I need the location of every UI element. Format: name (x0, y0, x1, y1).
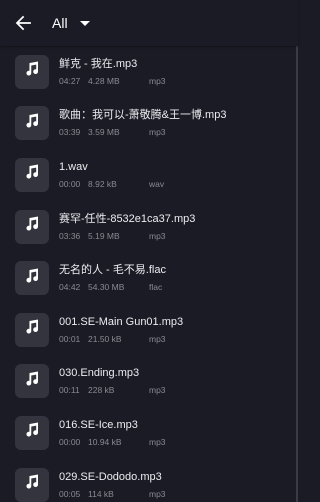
file-meta: 00:05 114 kB mp3 (59, 489, 292, 500)
file-format: mp3 (149, 333, 166, 344)
file-title: 赛罕-任性-8532e1ca37.mp3 (59, 212, 196, 225)
file-info: 030.Ending.mp3 00:11 228 kB mp3 (59, 366, 292, 396)
music-note-icon (23, 267, 41, 290)
music-note-icon (23, 473, 41, 496)
file-title: 鲜克 - 我在.mp3 (59, 57, 138, 70)
file-format: flac (149, 282, 163, 293)
file-size: 21.50 kB (88, 333, 122, 344)
file-duration: 00:00 (59, 178, 81, 189)
file-thumbnail (15, 364, 49, 399)
file-meta: 00:11 228 kB mp3 (59, 385, 292, 396)
file-duration: 04:27 (59, 75, 81, 86)
back-button[interactable] (0, 0, 46, 46)
filter-dropdown[interactable]: All (52, 0, 90, 46)
file-info: 1.wav 00:00 8.92 kB wav (59, 160, 292, 190)
file-title: 029.SE-Dododo.mp3 (59, 470, 162, 483)
file-title: 030.Ending.mp3 (59, 367, 140, 380)
file-meta: 03:39 3.59 MB mp3 (59, 127, 292, 138)
file-info: 001.SE-Main Gun01.mp3 00:01 21.50 kB mp3 (59, 315, 292, 345)
file-title: 歌曲：我可以-萧敬腾&王一博.mp3 (59, 109, 227, 122)
app-bar: All (0, 0, 298, 46)
file-thumbnail (15, 415, 49, 450)
music-note-icon (23, 370, 41, 393)
music-note-icon (23, 421, 41, 444)
file-meta: 04:42 54.30 MB flac (59, 282, 292, 293)
music-note-icon (23, 318, 41, 341)
file-info: 016.SE-Ice.mp3 00:00 10.94 kB mp3 (59, 418, 292, 448)
list-item[interactable]: 歌曲：我可以-萧敬腾&王一博.mp3 03:39 3.59 MB mp3 (0, 98, 298, 150)
file-size: 54.30 MB (88, 282, 125, 293)
file-title: 1.wav (59, 160, 88, 173)
file-duration: 04:42 (59, 282, 81, 293)
list-item[interactable]: 赛罕-任性-8532e1ca37.mp3 03:36 5.19 MB mp3 (0, 201, 298, 253)
file-size: 228 kB (88, 385, 115, 396)
file-meta: 00:00 10.94 kB mp3 (59, 437, 292, 448)
file-size: 8.92 kB (88, 178, 117, 189)
file-duration: 00:00 (59, 436, 81, 447)
list-item[interactable]: 1.wav 00:00 8.92 kB wav (0, 149, 298, 201)
file-title: 016.SE-Ice.mp3 (59, 418, 138, 431)
file-duration: 00:11 (59, 385, 80, 396)
music-note-icon (23, 60, 41, 83)
file-thumbnail (15, 261, 49, 296)
file-title: 001.SE-Main Gun01.mp3 (59, 315, 184, 328)
list-item[interactable]: 030.Ending.mp3 00:11 228 kB mp3 (0, 356, 298, 408)
music-note-icon (23, 215, 41, 238)
filter-label: All (52, 15, 68, 31)
file-thumbnail (15, 312, 49, 347)
file-duration: 03:36 (59, 230, 81, 241)
file-duration: 00:05 (59, 488, 81, 499)
file-info: 029.SE-Dododo.mp3 00:05 114 kB mp3 (59, 470, 292, 500)
file-meta: 00:00 8.92 kB wav (59, 179, 292, 190)
caret-down-icon (79, 20, 90, 26)
file-format: mp3 (149, 436, 166, 447)
file-thumbnail (15, 106, 49, 141)
file-size: 114 kB (88, 488, 114, 499)
file-format: mp3 (149, 488, 166, 499)
file-title: 无名的人 - 毛不易.flac (59, 264, 166, 277)
file-meta: 03:36 5.19 MB mp3 (59, 231, 292, 242)
file-thumbnail (15, 54, 49, 89)
list-item[interactable]: 029.SE-Dododo.mp3 00:05 114 kB mp3 (0, 459, 298, 502)
list-item[interactable]: 016.SE-Ice.mp3 00:00 10.94 kB mp3 (0, 407, 298, 459)
file-meta: 00:01 21.50 kB mp3 (59, 334, 292, 345)
arrow-left-icon (15, 15, 31, 31)
file-format: mp3 (149, 385, 166, 396)
list-item[interactable]: 鲜克 - 我在.mp3 04:27 4.28 MB mp3 (0, 46, 298, 98)
music-note-icon (23, 112, 41, 135)
file-info: 赛罕-任性-8532e1ca37.mp3 03:36 5.19 MB mp3 (59, 212, 292, 242)
list-item[interactable]: 001.SE-Main Gun01.mp3 00:01 21.50 kB mp3 (0, 304, 298, 356)
list-item[interactable]: 无名的人 - 毛不易.flac 04:42 54.30 MB flac (0, 252, 298, 304)
file-format: mp3 (149, 230, 166, 241)
file-size: 5.19 MB (88, 230, 120, 241)
file-meta: 04:27 4.28 MB mp3 (59, 76, 292, 87)
file-duration: 03:39 (59, 127, 81, 138)
file-format: mp3 (149, 127, 166, 138)
file-info: 歌曲：我可以-萧敬腾&王一博.mp3 03:39 3.59 MB mp3 (59, 108, 292, 138)
list-edge (296, 46, 298, 502)
file-format: wav (149, 178, 165, 189)
file-duration: 00:01 (59, 333, 81, 344)
file-thumbnail (15, 209, 49, 244)
file-info: 无名的人 - 毛不易.flac 04:42 54.30 MB flac (59, 263, 292, 293)
file-thumbnail (15, 467, 49, 502)
file-info: 鲜克 - 我在.mp3 04:27 4.28 MB mp3 (59, 57, 292, 87)
file-size: 10.94 kB (88, 436, 122, 447)
file-size: 3.59 MB (88, 127, 120, 138)
file-size: 4.28 MB (88, 75, 120, 86)
music-note-icon (23, 163, 41, 186)
file-thumbnail (15, 157, 49, 192)
file-list: 鲜克 - 我在.mp3 04:27 4.28 MB mp3 歌曲：我可以-萧敬腾&王一博… (0, 46, 298, 502)
file-format: mp3 (149, 75, 166, 86)
